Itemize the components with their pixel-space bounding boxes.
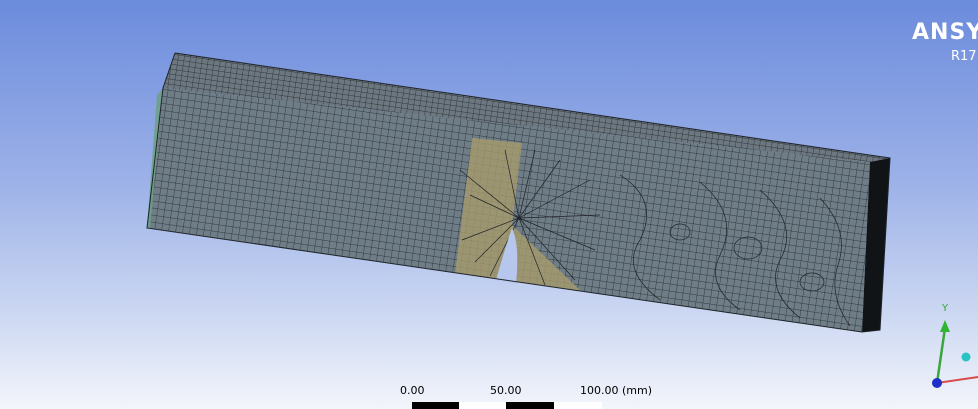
z-axis-dot	[932, 378, 942, 388]
y-axis-line	[935, 327, 947, 384]
graphics-viewport[interactable]: ANSYS R17.0 0.00 50.00 100.00 (mm) Y	[0, 0, 978, 409]
scale-label-100: 100.00 (mm)	[580, 384, 652, 397]
y-axis-label: Y	[941, 303, 949, 314]
scale-bar: 0.00 50.00 100.00 (mm)	[390, 385, 680, 409]
scale-ruler	[412, 402, 602, 409]
y-axis-arrow	[940, 320, 950, 332]
ansys-logo: ANSYS	[912, 20, 978, 45]
scale-label-50: 50.00	[490, 384, 522, 397]
scale-label-0: 0.00	[400, 384, 425, 397]
mesh-model[interactable]	[0, 0, 978, 409]
iso-view-ball[interactable]	[961, 352, 971, 362]
x-axis-line	[936, 376, 978, 384]
coordinate-triad[interactable]: Y	[922, 295, 978, 395]
version-label: R17.0	[951, 49, 978, 64]
